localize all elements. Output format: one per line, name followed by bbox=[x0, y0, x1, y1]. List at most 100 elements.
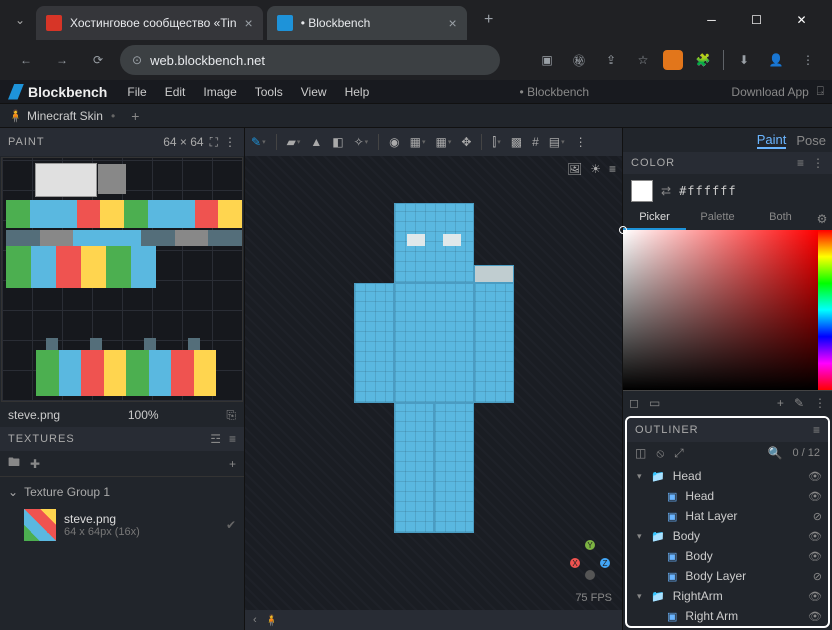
gradient-tool-icon[interactable]: ✧▾ bbox=[354, 135, 369, 149]
status-person-icon[interactable]: 🧍 bbox=[265, 614, 279, 627]
fullscreen-icon[interactable]: ⛶ bbox=[210, 135, 218, 150]
import-icon[interactable]: 🖿 bbox=[8, 453, 20, 474]
translate-icon[interactable]: ㊙ bbox=[567, 48, 591, 72]
head-cube[interactable] bbox=[394, 203, 474, 283]
right-arm-cube[interactable] bbox=[474, 283, 514, 403]
download-app-icon[interactable]: ⍈ bbox=[817, 84, 824, 99]
uv-menu-icon[interactable]: ⋮ bbox=[224, 135, 236, 149]
orientation-gizmo[interactable]: Y X Z bbox=[570, 540, 610, 580]
left-arm-cube[interactable] bbox=[354, 283, 394, 403]
mode-select[interactable]: 🧍 Minecraft Skin bbox=[8, 109, 103, 123]
url-field[interactable]: ⊙ web.blockbench.net bbox=[120, 45, 500, 75]
create-icon[interactable]: ✚ bbox=[30, 457, 40, 471]
tree-row[interactable]: ▣Body👁 bbox=[627, 546, 828, 566]
menu-icon[interactable]: ⋮ bbox=[796, 48, 820, 72]
visibility-icon[interactable]: 👁 bbox=[808, 550, 822, 563]
visibility-icon[interactable]: 👁 bbox=[808, 590, 822, 603]
app-logo[interactable]: Blockbench bbox=[8, 84, 107, 100]
panel-menu-icon[interactable]: ≡ bbox=[229, 432, 236, 446]
tree-row[interactable]: ▣Head👁 bbox=[627, 486, 828, 506]
body-cube[interactable] bbox=[394, 283, 474, 403]
picker-tab-both[interactable]: Both bbox=[749, 208, 812, 230]
move-tool-icon[interactable]: ✥ bbox=[461, 135, 471, 149]
panel-menu-icon[interactable]: ≡ bbox=[797, 156, 804, 170]
cast-icon[interactable]: ▣ bbox=[535, 48, 559, 72]
color-swatch[interactable] bbox=[631, 180, 653, 202]
uv-editor[interactable] bbox=[1, 157, 243, 402]
left-leg-cube[interactable] bbox=[394, 403, 434, 533]
visibility-icon[interactable]: 👁 bbox=[808, 470, 822, 483]
mirror-icon[interactable]: ⫿▾ bbox=[492, 135, 500, 150]
back-button[interactable]: ← bbox=[12, 46, 40, 74]
color-tool-icon[interactable]: ◉ bbox=[389, 135, 399, 149]
visibility-icon[interactable]: ⊘ bbox=[813, 510, 822, 523]
browser-tab[interactable]: • Blockbench × bbox=[267, 6, 467, 40]
eraser-tool-icon[interactable]: ◧ bbox=[332, 135, 343, 149]
search-icon[interactable]: 🔍 bbox=[768, 446, 783, 460]
more-icon[interactable]: ⋮ bbox=[814, 396, 826, 410]
fill-tool-icon[interactable]: ▰▾ bbox=[287, 135, 301, 149]
maximize-button[interactable]: ☐ bbox=[734, 5, 779, 35]
menu-help[interactable]: Help bbox=[337, 83, 378, 101]
tab-close-icon[interactable]: × bbox=[245, 15, 253, 31]
visibility-icon[interactable]: 👁 bbox=[808, 490, 822, 503]
shape-tool-icon[interactable]: ▲ bbox=[310, 135, 322, 149]
gear-icon[interactable]: ⚙ bbox=[812, 208, 832, 230]
status-back-icon[interactable]: ‹ bbox=[253, 614, 257, 626]
toolbar-menu-icon[interactable]: ⋮ bbox=[575, 135, 587, 149]
visibility-icon[interactable]: 👁 bbox=[808, 610, 822, 623]
screenshot-icon[interactable]: 🖼 bbox=[567, 162, 582, 176]
metamask-icon[interactable] bbox=[663, 50, 683, 70]
minimize-button[interactable]: ─ bbox=[689, 5, 734, 35]
panel-more-icon[interactable]: ⋮ bbox=[812, 156, 824, 170]
view-menu-icon[interactable]: ≡ bbox=[609, 162, 616, 176]
reload-button[interactable]: ⟳ bbox=[84, 46, 112, 74]
download-icon[interactable]: ⬇ bbox=[732, 48, 756, 72]
layers-icon[interactable]: ☲ bbox=[210, 432, 221, 446]
saturation-value-box[interactable] bbox=[623, 230, 818, 390]
forward-button[interactable]: → bbox=[48, 46, 76, 74]
tab-close-icon[interactable]: × bbox=[449, 15, 457, 31]
brush-tool-icon[interactable]: ✎▾ bbox=[251, 135, 266, 149]
swap-icon[interactable]: ⇄ bbox=[661, 184, 671, 198]
menu-image[interactable]: Image bbox=[195, 83, 244, 101]
view-icon[interactable]: ▤▾ bbox=[549, 135, 565, 149]
close-button[interactable]: ✕ bbox=[779, 5, 824, 35]
tree-row[interactable]: ▾📁Head👁 bbox=[627, 466, 828, 486]
add-icon[interactable]: + bbox=[777, 396, 784, 410]
picker-tab-picker[interactable]: Picker bbox=[623, 208, 686, 230]
eyedropper-icon[interactable]: ✎ bbox=[794, 396, 804, 410]
tree-row[interactable]: ▣Right Arm👁 bbox=[627, 606, 828, 626]
texture-row[interactable]: steve.png 64 x 64px (16x) ✔ bbox=[8, 503, 236, 547]
download-app-link[interactable]: Download App bbox=[731, 85, 808, 99]
toggle-icon[interactable]: ◫ bbox=[635, 446, 646, 460]
menu-view[interactable]: View bbox=[293, 83, 335, 101]
visibility-icon[interactable]: 👁 bbox=[808, 530, 822, 543]
tab-dropdown[interactable]: ⌄ bbox=[8, 6, 32, 34]
tree-row[interactable]: ▣Body Layer⊘ bbox=[627, 566, 828, 586]
add-cube-icon[interactable]: ◻ bbox=[629, 396, 639, 410]
hue-slider[interactable] bbox=[818, 230, 832, 390]
picker-tab-palette[interactable]: Palette bbox=[686, 208, 749, 230]
tree-row[interactable]: ▣Hat Layer⊘ bbox=[627, 506, 828, 526]
grid2-icon[interactable]: ▦▾ bbox=[435, 135, 451, 149]
extensions-icon[interactable]: 🧩 bbox=[691, 48, 715, 72]
hex-value[interactable]: #ffffff bbox=[679, 184, 737, 198]
hide-icon[interactable]: ⦸ bbox=[656, 446, 664, 461]
add-folder-icon[interactable]: ▭ bbox=[649, 396, 660, 410]
expand-icon[interactable]: ⤢ bbox=[674, 446, 684, 461]
panel-menu-icon[interactable]: ≡ bbox=[813, 423, 820, 437]
add-tab-button[interactable]: + bbox=[131, 108, 139, 124]
lock-icon[interactable]: ▩ bbox=[511, 135, 522, 149]
color-picker[interactable] bbox=[623, 230, 832, 390]
menu-tools[interactable]: Tools bbox=[247, 83, 291, 101]
browser-tab[interactable]: Хостинговое сообщество «Tin × bbox=[36, 6, 263, 40]
snap-icon[interactable]: # bbox=[532, 135, 539, 149]
tree-row[interactable]: ▾📁Body👁 bbox=[627, 526, 828, 546]
menu-file[interactable]: File bbox=[119, 83, 154, 101]
visibility-icon[interactable]: ⊘ bbox=[813, 570, 822, 583]
add-texture-button[interactable]: + bbox=[229, 457, 236, 471]
bookmark-icon[interactable]: ☆ bbox=[631, 48, 655, 72]
texture-group-header[interactable]: ⌄ Texture Group 1 bbox=[8, 481, 236, 503]
viewport[interactable]: 🖼 ☀ ≡ Y X Z 75 bbox=[245, 156, 622, 610]
